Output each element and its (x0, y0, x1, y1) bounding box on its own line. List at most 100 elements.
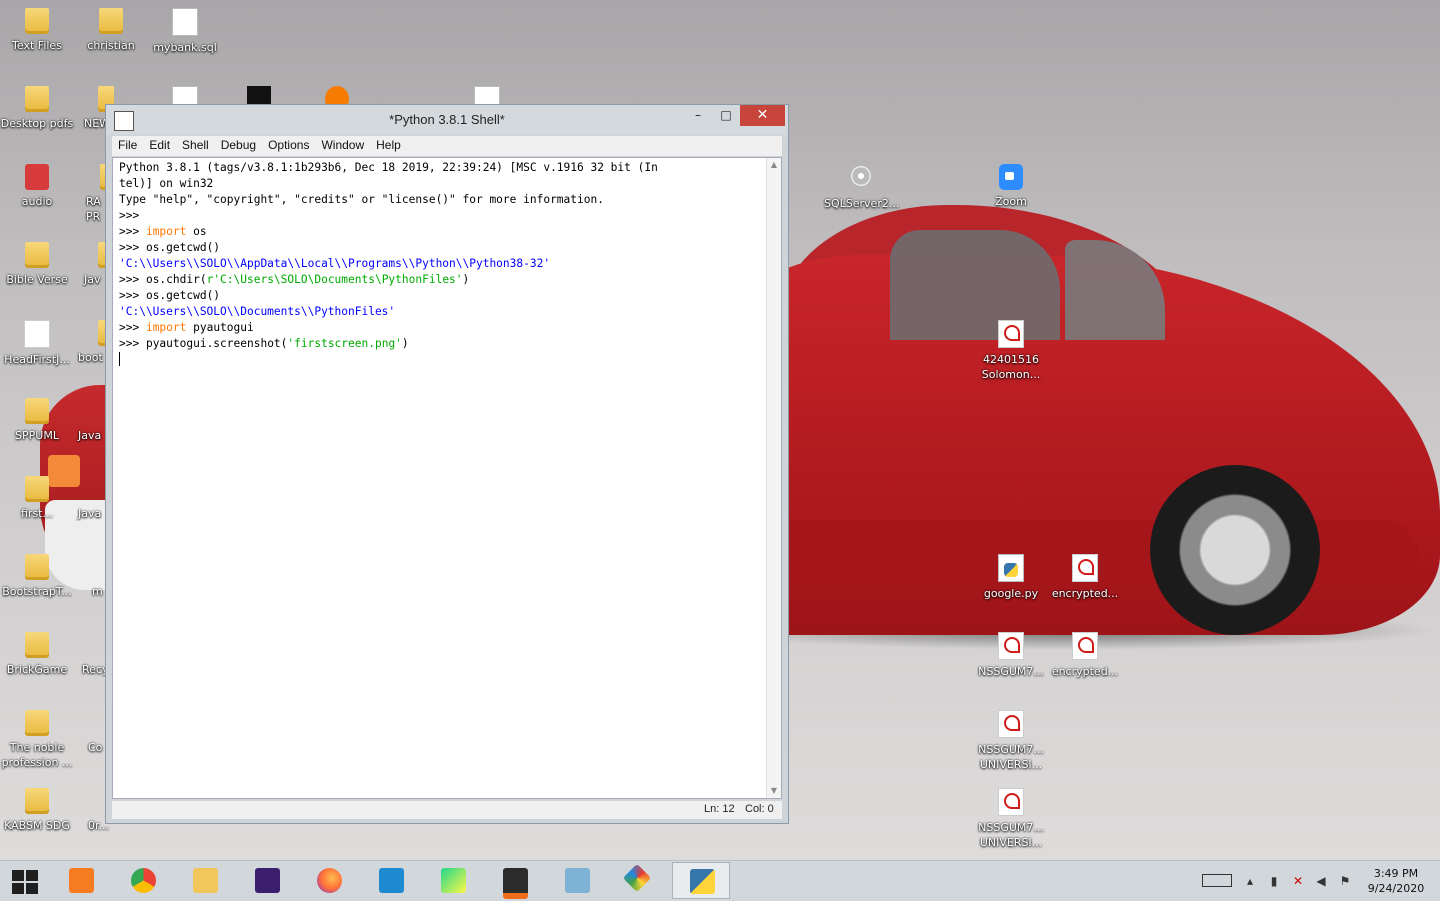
folder-icon (25, 554, 49, 580)
desktop-icon-desktop-pdfs[interactable]: Desktop pdfs (0, 86, 74, 131)
menu-help[interactable]: Help (370, 136, 407, 154)
status-bar: Ln: 12 Col: 0 (112, 801, 782, 819)
battery-icon[interactable]: ▮ (1267, 874, 1281, 888)
desktop-icon-java[interactable]: Java (74, 398, 108, 443)
menu-edit[interactable]: Edit (143, 136, 176, 154)
desktop-icon-java-2[interactable]: Java (74, 476, 108, 521)
shell-line-segment: pyautogui.screenshot( (145, 337, 288, 350)
menu-shell[interactable]: Shell (176, 136, 215, 154)
taskbar-pycharm[interactable] (424, 862, 482, 899)
tex-icon (255, 868, 280, 893)
desktop-icon-42401516-solomon[interactable]: 42401516 Solomon... (974, 320, 1048, 382)
wallpaper-car-wheel (1150, 465, 1320, 635)
desktop-icon-nssgum7-universi-1[interactable]: NSSGUM7... UNIVERSI... (974, 710, 1048, 772)
flag-icon[interactable]: ⚑ (1338, 874, 1352, 888)
notepad-icon (565, 868, 590, 893)
desktop-icon-noble-profession[interactable]: The noble profession ... (0, 710, 74, 770)
shell-line: >>> os.chdir(r'C:\Users\SOLO\Documents\P… (119, 272, 658, 288)
folder-icon (193, 868, 218, 893)
shell-line: tel)] on win32 (119, 176, 658, 192)
taskbar-xampp[interactable] (52, 862, 110, 899)
shell-line-segment: >>> (119, 241, 146, 254)
wallpaper-car-window (1065, 240, 1165, 340)
taskbar-file-explorer[interactable] (176, 862, 234, 899)
close-button[interactable]: ✕ (740, 105, 785, 126)
python-shell-window[interactable]: *Python 3.8.1 Shell* – □ ✕ File Edit Shell… (105, 104, 789, 824)
shell-text-area[interactable]: Python 3.8.1 (tags/v3.8.1:1b293b6, Dec 1… (112, 157, 782, 799)
pdf-icon (1072, 554, 1098, 582)
keyboard-icon[interactable] (1202, 874, 1232, 887)
folder-icon (99, 8, 123, 34)
volume-icon[interactable]: ◀ (1314, 874, 1328, 888)
desktop-icon-encrypted-2[interactable]: encrypted... (1048, 632, 1122, 679)
pdf-icon (998, 788, 1024, 816)
desktop-icon-encrypted-1[interactable]: encrypted... (1048, 554, 1122, 601)
desktop-icon-zoom[interactable]: Zoom (974, 164, 1048, 209)
shell-output: Python 3.8.1 (tags/v3.8.1:1b293b6, Dec 1… (119, 160, 658, 352)
column-number: Col: 0 (745, 803, 774, 815)
vertical-scrollbar[interactable]: ▲ ▼ (766, 158, 781, 798)
minimize-button[interactable]: – (684, 105, 712, 126)
desktop-icon-google-py[interactable]: google.py (974, 554, 1048, 601)
shell-line-segment: ) (462, 273, 470, 286)
desktop-icon-sppuml[interactable]: SPPUML (0, 398, 74, 443)
shell-line-segment: os.getcwd() (145, 241, 221, 254)
desktop-icon-kabsm-sdg[interactable]: KABSM SDG (0, 788, 74, 833)
desktop-icon-nssgum7-universi-2[interactable]: NSSGUM7... UNIVERSI... (974, 788, 1048, 850)
pdf-icon (998, 320, 1024, 348)
shell-line: >>> os.getcwd() (119, 240, 658, 256)
taskbar-texworks[interactable] (238, 862, 296, 899)
network-icon[interactable]: ✕ (1291, 874, 1305, 888)
file-icon (172, 8, 198, 36)
scroll-up-arrow-icon[interactable]: ▲ (767, 158, 781, 172)
taskbar-chrome[interactable] (114, 862, 172, 899)
chrome-doc-icon (24, 320, 50, 348)
taskbar-python-idle[interactable] (672, 862, 730, 899)
taskbar: ▴ ▮ ✕ ◀ ⚑ 3:49 PM 9/24/2020 (0, 860, 1440, 901)
shell-line-segment: 'firstscreen.png' (287, 337, 402, 350)
desktop-icon-text-files[interactable]: Text Files (0, 8, 74, 53)
shell-line: >>> pyautogui.screenshot('firstscreen.pn… (119, 336, 658, 352)
shell-line-segment: >>> (119, 273, 146, 286)
title-bar[interactable]: *Python 3.8.1 Shell* – □ ✕ (106, 105, 788, 135)
clock-date: 9/24/2020 (1367, 882, 1425, 895)
desktop-icon-bootstrapt[interactable]: BootstrapT... (0, 554, 74, 599)
shell-line-segment: 'C:\\Users\\SOLO\\Documents\\PythonFiles… (119, 305, 396, 318)
desktop-icon-nssgum7[interactable]: NSSGUM7... (974, 632, 1048, 679)
zoom-icon (999, 164, 1023, 190)
maximize-button[interactable]: □ (712, 105, 740, 126)
start-button[interactable] (0, 862, 58, 899)
menu-window[interactable]: Window (315, 136, 370, 154)
menu-options[interactable]: Options (262, 136, 315, 154)
pdf-icon (998, 632, 1024, 660)
desktop-icon-audio[interactable]: audio (0, 164, 74, 209)
desktop-icon-brickgame[interactable]: BrickGame (0, 632, 74, 677)
desktop-icon-sqlserver[interactable]: SQLServer2... (824, 164, 899, 211)
taskbar-notepad[interactable] (548, 862, 606, 899)
desktop-icon-bible-verse[interactable]: Bible Verse (0, 242, 74, 287)
chrome-icon (131, 868, 156, 893)
shell-line-segment: os.chdir( (145, 273, 207, 286)
desktop-icon-first[interactable]: first... (0, 476, 74, 521)
menu-debug[interactable]: Debug (215, 136, 262, 154)
menu-file[interactable]: File (112, 136, 143, 154)
desktop-icon-christian[interactable]: christian (74, 8, 148, 53)
pycharm-icon (441, 868, 466, 893)
shell-line-segment: Type "help", "copyright", "credits" or "… (119, 193, 604, 206)
python-idle-icon (690, 869, 715, 894)
shell-line-segment: os.getcwd() (145, 289, 221, 302)
disc-icon (851, 166, 871, 186)
clock[interactable]: 3:49 PM 9/24/2020 (1360, 866, 1432, 896)
desktop-icon-mybank-sql[interactable]: mybank.sql (148, 8, 222, 55)
shell-line: >>> os.getcwd() (119, 288, 658, 304)
shell-line-segment: import (145, 225, 187, 238)
taskbar-colorful-app[interactable] (610, 862, 668, 899)
taskbar-vscode[interactable] (362, 862, 420, 899)
desktop-icon-boot[interactable]: boot (74, 320, 108, 365)
chevron-up-icon[interactable]: ▴ (1243, 874, 1257, 888)
scroll-down-arrow-icon[interactable]: ▼ (767, 784, 781, 798)
clock-time: 3:49 PM (1373, 867, 1419, 880)
taskbar-firefox[interactable] (300, 862, 358, 899)
taskbar-sublime[interactable] (486, 862, 544, 899)
desktop-icon-headfirstj[interactable]: HeadFirstJ... (0, 320, 74, 367)
